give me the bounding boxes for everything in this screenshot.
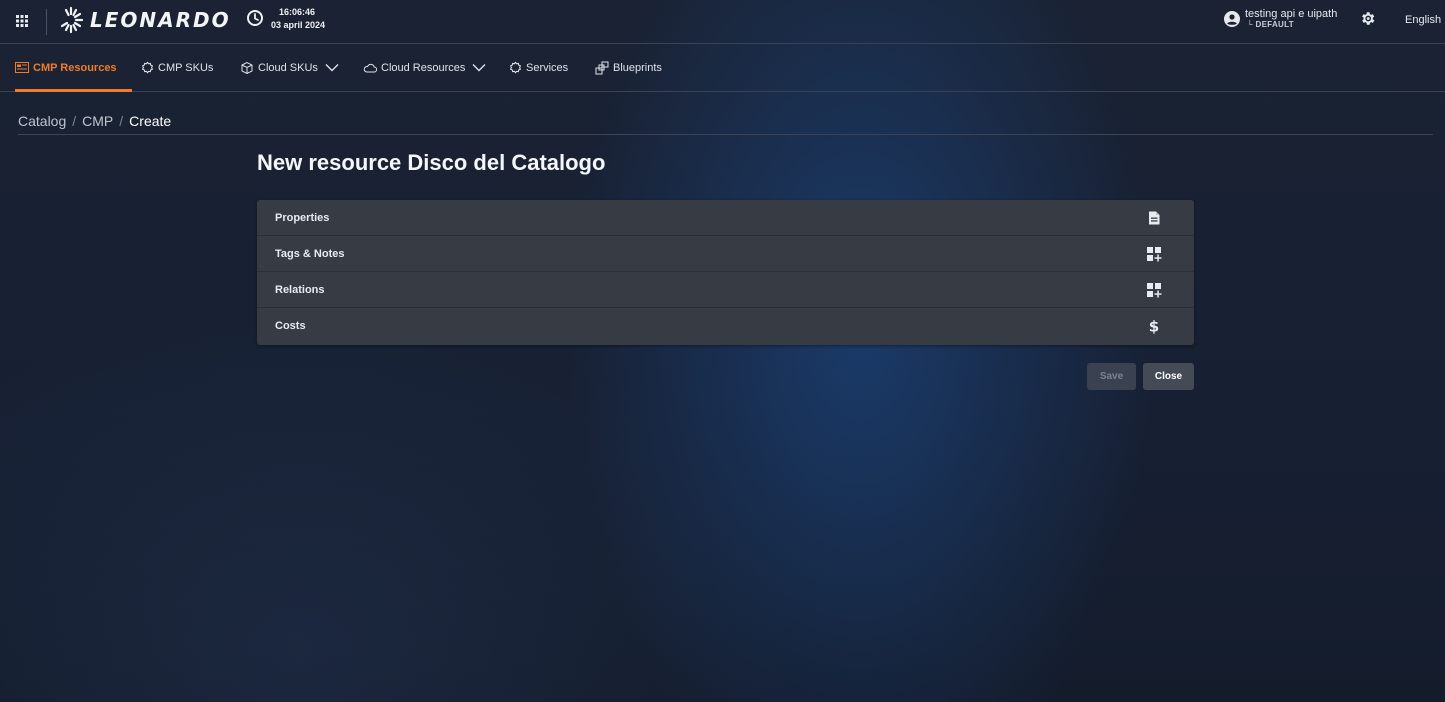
language-selector[interactable]: English [1405,14,1441,26]
breadcrumb-current: Create [129,113,172,129]
clock-icon [247,10,263,26]
section-label: Costs [275,320,306,332]
leonardo-emblem-icon [60,6,84,34]
apps-grid-icon[interactable] [16,15,28,27]
breadcrumb: Catalog / CMP / Create [18,113,171,129]
breadcrumb-divider [18,134,1433,135]
divider [46,9,47,35]
tab-label: Blueprints [613,61,662,74]
tab-cmp-resources[interactable]: CMP Resources [15,44,132,92]
tab-blueprints[interactable]: Blueprints [595,44,662,91]
gear-outline-icon [141,61,154,74]
tab-label: CMP Resources [33,61,117,74]
chevron-down-icon [472,64,486,72]
leonardo-logo[interactable]: LEONARDO [58,5,231,35]
add-widget-icon [1147,247,1162,262]
section-label: Properties [275,211,330,224]
gear-icon[interactable] [1359,10,1376,27]
section-label: Tags & Notes [275,247,345,260]
close-button[interactable]: Close [1143,363,1194,390]
page-title: New resource Disco del Catalogo [257,150,606,175]
top-bar: LEONARDO 16:06:46 03 april 2024 testing … [0,0,1445,44]
dollar-icon: $ [1149,318,1159,334]
gear-outline-icon [509,61,522,74]
section-tags-notes[interactable]: Tags & Notes [257,236,1194,272]
cloud-icon [363,63,377,72]
tab-services[interactable]: Services [509,44,568,91]
resource-sections-panel: Properties Tags & Notes Relations Costs [257,200,1194,345]
cloud-sku-icon [241,61,253,74]
document-icon [1149,211,1160,225]
main-nav: CMP Resources CMP SKUs Cloud SKUs Cloud … [0,44,1445,92]
breadcrumb-cmp[interactable]: CMP [82,113,113,129]
svg-text:$: $ [1149,318,1159,334]
blueprint-icon [595,61,609,74]
section-relations[interactable]: Relations [257,272,1194,308]
logo-text: LEONARDO [90,8,231,32]
cmp-resources-icon [15,62,29,73]
tab-label: CMP SKUs [158,61,214,74]
save-button[interactable]: Save [1087,363,1136,390]
section-properties[interactable]: Properties [257,200,1194,236]
chevron-down-icon [325,64,339,72]
tab-cloud-skus[interactable]: Cloud SKUs [240,44,343,91]
add-widget-icon [1147,283,1162,298]
breadcrumb-catalog[interactable]: Catalog [18,113,66,129]
account-circle-icon[interactable] [1224,11,1240,27]
tab-cloud-resources[interactable]: Cloud Resources [363,44,490,91]
tab-label: Cloud SKUs [258,61,318,74]
clock-time: 16:06:46 [279,7,316,17]
tab-label: Services [526,61,569,74]
user-name[interactable]: testing api e uipath [1245,8,1337,20]
user-tenant: └ DEFAULT [1247,20,1294,29]
section-costs[interactable]: Costs $ [257,308,1194,344]
section-label: Relations [275,283,325,296]
breadcrumb-separator: / [119,113,124,129]
breadcrumb-separator: / [72,113,77,129]
clock-date: 03 april 2024 [271,20,326,30]
tab-cmp-skus[interactable]: CMP SKUs [141,44,213,91]
tab-label: Cloud Resources [381,61,466,74]
